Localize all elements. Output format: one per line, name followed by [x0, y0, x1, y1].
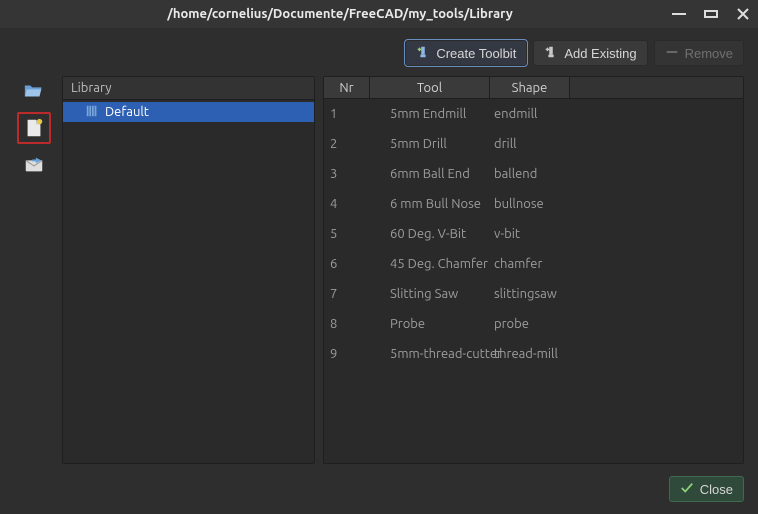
table-row[interactable]: 560 Deg. V-Bitv-bit	[324, 219, 743, 249]
new-file-button[interactable]	[20, 115, 48, 141]
new-file-button-frame	[17, 112, 51, 144]
check-icon	[680, 481, 694, 498]
cell-tool: 5mm-thread-cutter	[370, 347, 490, 361]
remove-button: Remove	[654, 40, 744, 66]
cell-nr: 3	[324, 167, 370, 181]
table-row[interactable]: 7Slitting Sawslittingsaw	[324, 279, 743, 309]
tool-table-body[interactable]: 15mm Endmillendmill25mm Drilldrill36mm B…	[324, 99, 743, 463]
cell-shape: drill	[490, 137, 743, 151]
library-icon	[85, 104, 99, 121]
cell-shape: chamfer	[490, 257, 743, 271]
table-row[interactable]: 36mm Ball Endballend	[324, 159, 743, 189]
table-row[interactable]: 46 mm Bull Nosebullnose	[324, 189, 743, 219]
window-controls	[672, 8, 750, 20]
close-button[interactable]: Close	[669, 476, 744, 502]
library-item-default[interactable]: Default	[63, 102, 314, 122]
cell-tool: Probe	[370, 317, 490, 331]
cell-tool: 5mm Drill	[370, 137, 490, 151]
cell-nr: 6	[324, 257, 370, 271]
cell-tool: 6 mm Bull Nose	[370, 197, 490, 211]
window-maximize-button[interactable]	[704, 10, 718, 18]
cell-nr: 5	[324, 227, 370, 241]
cell-tool: 45 Deg. Chamfer	[370, 257, 490, 271]
table-row[interactable]: 8Probeprobe	[324, 309, 743, 339]
library-item-label: Default	[105, 105, 149, 119]
cell-shape: endmill	[490, 107, 743, 121]
create-toolbit-label: Create Toolbit	[436, 46, 516, 61]
cell-shape: thread-mill	[490, 347, 743, 361]
table-row[interactable]: 95mm-thread-cutterthread-mill	[324, 339, 743, 369]
close-label: Close	[700, 482, 733, 497]
add-existing-label: Add Existing	[564, 46, 636, 61]
file-new-icon	[23, 117, 45, 139]
add-existing-button[interactable]: Add Existing	[533, 40, 647, 66]
cell-nr: 1	[324, 107, 370, 121]
top-toolbar: Create Toolbit Add Existing Remove	[14, 40, 744, 66]
remove-label: Remove	[685, 46, 733, 61]
cell-shape: v-bit	[490, 227, 743, 241]
library-panel: Library Default	[62, 76, 315, 464]
tool-table-panel: Nr Tool Shape 15mm Endmillendmill25mm Dr…	[323, 76, 744, 464]
send-mail-button[interactable]	[18, 150, 50, 180]
cell-nr: 4	[324, 197, 370, 211]
remove-icon	[665, 45, 679, 62]
library-tree[interactable]: Default	[63, 100, 314, 463]
dialog-footer: Close	[14, 476, 744, 502]
cell-nr: 9	[324, 347, 370, 361]
column-tool[interactable]: Tool	[370, 77, 490, 98]
cell-nr: 7	[324, 287, 370, 301]
mail-send-icon	[23, 154, 45, 176]
titlebar: /home/cornelius/Documente/FreeCAD/my_too…	[0, 0, 758, 28]
cell-shape: bullnose	[490, 197, 743, 211]
cell-nr: 8	[324, 317, 370, 331]
column-shape[interactable]: Shape	[490, 77, 570, 98]
cell-tool: Slitting Saw	[370, 287, 490, 301]
window-close-button[interactable]	[736, 8, 750, 20]
window-title: /home/cornelius/Documente/FreeCAD/my_too…	[8, 7, 672, 21]
cell-tool: 5mm Endmill	[370, 107, 490, 121]
open-folder-button[interactable]	[18, 76, 50, 106]
library-panel-header: Library	[63, 77, 314, 100]
cell-tool: 60 Deg. V-Bit	[370, 227, 490, 241]
folder-open-icon	[23, 80, 45, 102]
add-existing-icon	[544, 45, 558, 62]
plus-toolbit-icon	[416, 45, 430, 62]
table-row[interactable]: 645 Deg. Chamferchamfer	[324, 249, 743, 279]
cell-shape: probe	[490, 317, 743, 331]
column-nr[interactable]: Nr	[324, 77, 370, 98]
column-filler	[570, 77, 743, 98]
cell-tool: 6mm Ball End	[370, 167, 490, 181]
cell-nr: 2	[324, 137, 370, 151]
window-minimize-button[interactable]	[672, 13, 686, 15]
cell-shape: ballend	[490, 167, 743, 181]
table-row[interactable]: 15mm Endmillendmill	[324, 99, 743, 129]
create-toolbit-button[interactable]: Create Toolbit	[405, 40, 527, 66]
tool-table-header: Nr Tool Shape	[324, 77, 743, 99]
cell-shape: slittingsaw	[490, 287, 743, 301]
side-icon-strip	[14, 76, 54, 464]
table-row[interactable]: 25mm Drilldrill	[324, 129, 743, 159]
